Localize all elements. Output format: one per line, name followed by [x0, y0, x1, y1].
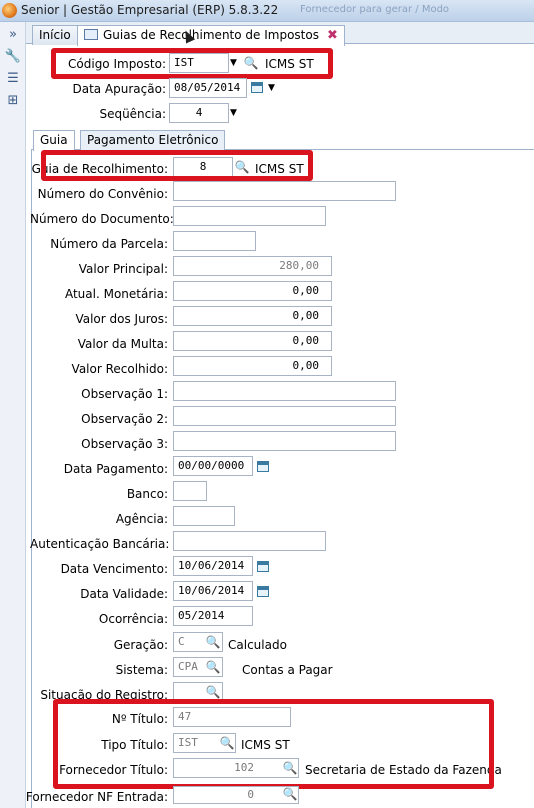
- numero-convenio-field[interactable]: [173, 181, 396, 201]
- autenticacao-bancaria-label: Autenticação Bancária:: [30, 537, 170, 551]
- tree-icon[interactable]: ⊞: [4, 92, 22, 110]
- valor-juros-label: Valor dos Juros:: [75, 312, 168, 326]
- calendar-icon[interactable]: [251, 82, 263, 93]
- tab-inicio[interactable]: Início: [32, 25, 78, 45]
- search-icon[interactable]: 🔍: [205, 633, 221, 651]
- ocorrencia-label: Ocorrência:: [98, 612, 168, 626]
- tab-label: Início: [39, 28, 71, 42]
- data-pagamento-field[interactable]: 00/00/0000: [173, 456, 253, 476]
- fornecedor-nf-entrada-field[interactable]: 0: [173, 786, 299, 804]
- list-icon[interactable]: ☰: [4, 70, 22, 88]
- dropdown-arrow-icon[interactable]: ▼: [230, 104, 237, 122]
- form-icon: [84, 29, 98, 40]
- observacao-3-field[interactable]: [173, 431, 396, 451]
- observacao-2-field[interactable]: [173, 406, 396, 426]
- valor-juros-field[interactable]: 0,00: [173, 306, 332, 326]
- observacao-2-label: Observação 2:: [81, 412, 168, 426]
- geracao-desc: Calculado: [228, 638, 287, 652]
- background-window-title: Fornecedor para gerar / Modo: [300, 4, 450, 15]
- valor-multa-label: Valor da Multa:: [77, 337, 168, 351]
- ocorrencia-field[interactable]: 05/2014: [173, 606, 253, 626]
- wrench-icon[interactable]: 🔧: [4, 48, 22, 66]
- calendar-icon[interactable]: [257, 586, 269, 597]
- atual-monetaria-label: Atual. Monetária:: [64, 287, 168, 301]
- geracao-label: Geração:: [113, 638, 168, 652]
- app-icon: [2, 3, 17, 18]
- sistema-label: Sistema:: [115, 663, 168, 677]
- tab-label: Guias de Recolhimento de Impostos: [103, 28, 319, 42]
- observacao-3-label: Observação 3:: [81, 437, 168, 451]
- observacao-1-field[interactable]: [173, 381, 396, 401]
- highlight-box: [51, 48, 333, 79]
- data-vencimento-label: Data Vencimento:: [60, 562, 168, 576]
- calendar-icon[interactable]: [257, 461, 269, 472]
- data-apuracao-field[interactable]: 08/05/2014: [169, 78, 247, 98]
- sequencia-label: Seqüência:: [99, 107, 166, 121]
- valor-principal-label: Valor Principal:: [78, 262, 168, 276]
- observacao-1-label: Observação 1:: [81, 387, 168, 401]
- data-validade-field[interactable]: 10/06/2014: [173, 581, 253, 601]
- atual-monetaria-field[interactable]: 0,00: [173, 281, 332, 301]
- expand-icon[interactable]: »: [4, 26, 22, 44]
- fornecedor-nf-entrada-label: Fornecedor NF Entrada:: [25, 790, 168, 804]
- data-vencimento-field[interactable]: 10/06/2014: [173, 556, 253, 576]
- tab-pagamento-eletronico[interactable]: Pagamento Eletrônico: [80, 130, 226, 150]
- valor-principal-field[interactable]: 280,00: [173, 256, 332, 276]
- title-bar: Senior | Gestão Empresarial (ERP) 5.8.3.…: [0, 0, 534, 22]
- banco-field[interactable]: [173, 481, 207, 501]
- valor-recolhido-field[interactable]: 0,00: [173, 356, 332, 376]
- calendar-icon[interactable]: [257, 561, 269, 572]
- highlight-box: [53, 699, 494, 789]
- tab-guia[interactable]: Guia: [33, 130, 75, 151]
- numero-parcela-field[interactable]: [173, 231, 256, 251]
- numero-parcela-label: Número da Parcela:: [50, 237, 168, 251]
- numero-documento-field[interactable]: [173, 206, 326, 226]
- tab-bar: Início Guias de Recolhimento de Impostos…: [26, 22, 534, 46]
- banco-label: Banco:: [126, 487, 168, 501]
- sistema-desc: Contas a Pagar: [242, 663, 333, 677]
- search-icon[interactable]: 🔍: [282, 786, 298, 802]
- data-pagamento-label: Data Pagamento:: [63, 462, 168, 476]
- agencia-label: Agência:: [115, 512, 168, 526]
- window-title: Senior | Gestão Empresarial (ERP) 5.8.3.…: [21, 3, 279, 17]
- tab-guias-recolhimento[interactable]: Guias de Recolhimento de Impostos ✖: [77, 25, 345, 46]
- valor-multa-field[interactable]: 0,00: [173, 331, 332, 351]
- highlight-box: [41, 150, 313, 181]
- search-icon[interactable]: 🔍: [205, 658, 221, 676]
- close-icon[interactable]: ✖: [327, 28, 338, 43]
- valor-recolhido-label: Valor Recolhido:: [71, 362, 168, 376]
- autenticacao-bancaria-field[interactable]: [173, 531, 326, 551]
- numero-convenio-label: Número do Convênio:: [37, 187, 168, 201]
- sequencia-field[interactable]: 4: [169, 103, 229, 123]
- side-toolbar: » 🔧 ☰ ⊞: [0, 22, 26, 808]
- data-apuracao-label: Data Apuração:: [72, 82, 166, 96]
- dropdown-arrow-icon[interactable]: ▼: [268, 79, 275, 97]
- agencia-field[interactable]: [173, 506, 235, 526]
- numero-documento-label: Número do Documento:: [30, 212, 174, 226]
- data-validade-label: Data Validade:: [80, 587, 168, 601]
